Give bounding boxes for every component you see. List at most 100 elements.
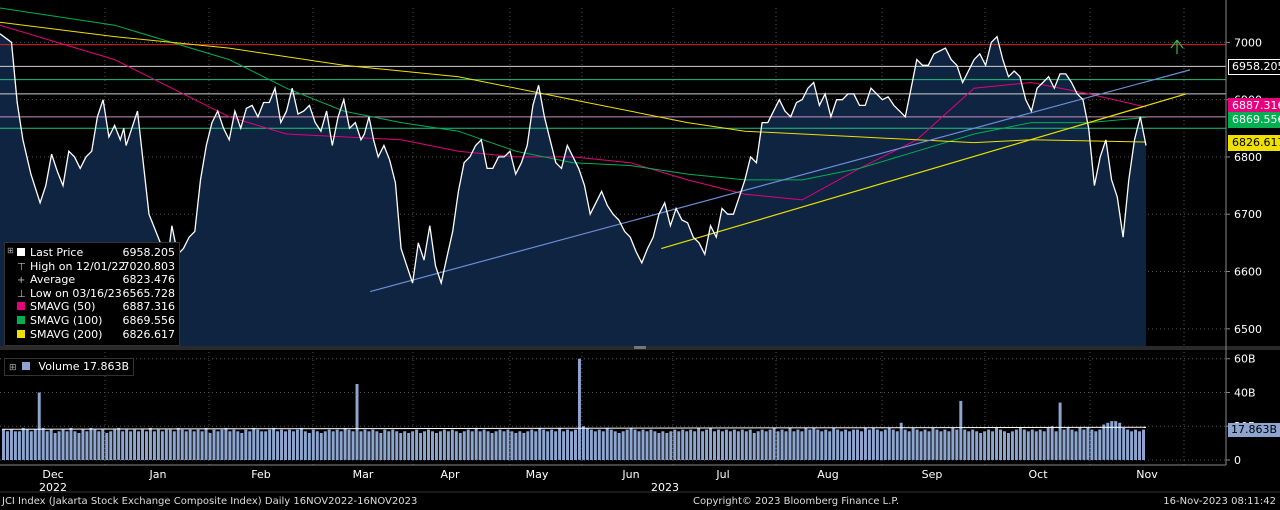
- volume-bar: [617, 433, 621, 460]
- volume-bar: [776, 431, 780, 460]
- volume-legend-expand-icon[interactable]: ⊞: [9, 363, 17, 373]
- volume-bar: [9, 429, 13, 460]
- volume-bar: [915, 429, 919, 460]
- volume-bar: [1062, 429, 1066, 460]
- volume-bar: [510, 431, 514, 460]
- legend-label: Average: [30, 273, 76, 287]
- volume-bar: [208, 433, 212, 460]
- volume-bar: [331, 431, 335, 460]
- volume-bar: [434, 433, 438, 460]
- volume-bar: [65, 431, 69, 460]
- volume-bar: [999, 429, 1002, 460]
- volume-bar: [29, 431, 33, 460]
- volume-bar: [752, 433, 756, 460]
- volume-bar: [93, 429, 97, 460]
- legend-swatch: [17, 248, 25, 256]
- volume-bar: [1102, 424, 1106, 460]
- volume-bar: [25, 429, 29, 460]
- x-axis-month-label: Sep: [922, 468, 943, 481]
- volume-bar: [101, 429, 105, 460]
- volume-bar: [172, 431, 176, 460]
- volume-bar: [359, 431, 363, 460]
- legend-value: 7020.803: [122, 259, 176, 273]
- volume-bar: [1118, 422, 1122, 460]
- volume-bar: [442, 429, 446, 460]
- volume-bar: [280, 429, 284, 460]
- volume-bar: [1054, 431, 1058, 460]
- volume-bar: [605, 427, 609, 460]
- volume-bar: [732, 429, 736, 460]
- volume-bar: [633, 429, 637, 460]
- volume-bar: [1034, 431, 1038, 460]
- volume-bar: [693, 431, 697, 460]
- volume-bar: [1022, 429, 1026, 460]
- volume-bar: [113, 429, 117, 460]
- volume-bar: [498, 429, 502, 460]
- legend-row: Last Price 6958.205: [17, 246, 175, 259]
- volume-bar: [685, 431, 689, 460]
- volume-bar: [180, 429, 184, 460]
- volume-bar: [419, 433, 423, 460]
- volume-bar: [724, 429, 728, 460]
- footer-copyright: Copyright© 2023 Bloomberg Finance L.P.: [693, 496, 900, 507]
- volume-bar: [486, 431, 490, 460]
- volume-bar: [701, 431, 705, 460]
- volume-bar: [971, 429, 975, 460]
- volume-bar: [1014, 429, 1018, 460]
- legend-expand-icon[interactable]: ⊞: [7, 246, 14, 255]
- volume-bar: [744, 431, 748, 460]
- x-axis-month-label: Aug: [817, 468, 838, 481]
- volume-bar: [295, 429, 299, 460]
- x-axis-month-label: Mar: [353, 468, 374, 481]
- volume-bar: [788, 427, 792, 460]
- volume-bar: [1003, 431, 1006, 460]
- volume-bar: [236, 431, 240, 460]
- volume-bar: [625, 429, 629, 460]
- volume-bar: [1038, 429, 1042, 460]
- x-axis-month-label: May: [526, 468, 549, 481]
- volume-bar: [705, 429, 709, 460]
- volume-bar: [363, 429, 367, 460]
- volume-bar: [593, 431, 597, 460]
- volume-bar: [1058, 402, 1062, 460]
- volume-bar: [887, 427, 891, 460]
- volume-bar: [431, 431, 434, 460]
- volume-bar: [1070, 429, 1074, 460]
- volume-bar: [17, 431, 21, 460]
- volume-bar: [546, 431, 550, 460]
- volume-bar: [963, 429, 967, 460]
- volume-bar: [637, 431, 641, 460]
- volume-bar: [13, 431, 17, 460]
- volume-bar: [156, 429, 160, 460]
- volume-bar: [653, 431, 657, 460]
- volume-bar: [1050, 426, 1054, 460]
- volume-bar: [307, 433, 311, 460]
- volume-bar: [562, 431, 566, 460]
- volume-bar: [284, 431, 287, 460]
- volume-bar: [828, 431, 832, 460]
- volume-average-line: [1, 426, 1147, 430]
- volume-bar: [355, 384, 359, 460]
- volume-bar: [407, 433, 411, 460]
- volume-bar: [848, 431, 852, 460]
- volume-bar: [760, 429, 764, 460]
- volume-axis-label: 0: [1234, 454, 1241, 467]
- volume-bar: [530, 429, 534, 460]
- volume-bar: [867, 429, 871, 460]
- volume-bar: [367, 431, 371, 460]
- volume-bar: [526, 431, 530, 460]
- volume-bar: [609, 429, 613, 460]
- x-axis-month-label: Nov: [1136, 468, 1158, 481]
- volume-bar: [1030, 429, 1034, 460]
- legend-row: ⊤ High on 12/01/22 7020.803: [17, 260, 175, 273]
- volume-bar: [1142, 429, 1145, 460]
- volume-bar: [983, 431, 987, 460]
- volume-bar: [347, 429, 351, 460]
- legend-label: SMAVG (100): [30, 314, 103, 327]
- volume-bar: [689, 429, 693, 460]
- volume-bar: [478, 431, 482, 460]
- volume-bar: [665, 433, 669, 460]
- volume-bar: [327, 429, 331, 460]
- volume-bar: [844, 429, 848, 460]
- volume-bar: [49, 429, 53, 460]
